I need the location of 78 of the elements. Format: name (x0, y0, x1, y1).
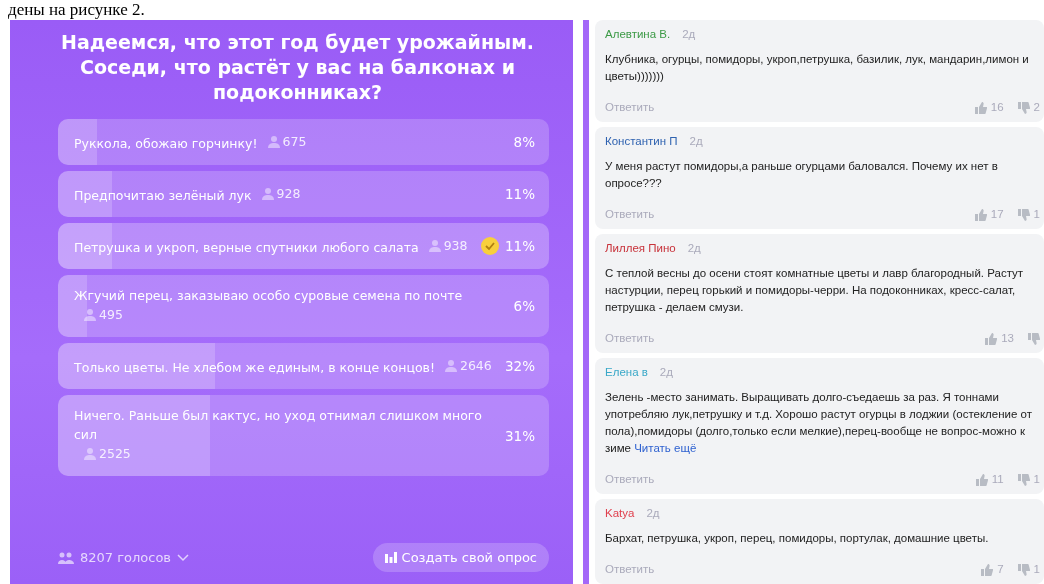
option-label: Только цветы. Не хлебом же единым, в конце концов! (74, 358, 435, 377)
option-percent: 11% (505, 186, 535, 202)
poll-option[interactable]: Предпочитаю зелёный лук 928 11% (58, 171, 549, 217)
comment-time: 2д (659, 365, 673, 380)
vote-count: 928 (276, 184, 301, 203)
poll-option[interactable]: Только цветы. Не хлебом же единым, в конце концов! 2646 32% (58, 343, 549, 389)
person-icon (444, 358, 457, 372)
chevron-down-icon[interactable] (177, 553, 190, 562)
option-percent: 32% (505, 358, 535, 374)
like-count: 17 (990, 207, 1004, 222)
document-text: дены на рисунке 2. (8, 0, 145, 20)
comment-text: Бархат, петрушка, укроп, перец, помидоры, портулак, домашние цветы. (605, 531, 990, 546)
poll-option[interactable]: Жгучий перец, заказываю особо суровые семена по почте 495 6% (58, 275, 549, 337)
dislike-count: 1 (1033, 472, 1040, 487)
comment-text: Зелень -место занимать. Выращивать долго-съедаешь за раз. Я тоннами употребляю лук,петрушку и т.д. Хорошо растут огурцы в лоджии (остекление от пола),помидоры (долго,только если мелкие),перец-вообще не вопрос-можно к зиме Читать ещё (605, 390, 1033, 456)
read-more-link[interactable]: Читать ещё (634, 442, 697, 454)
option-percent: 11% (505, 238, 535, 254)
poll-option[interactable]: Руккола, обожаю горчинку! 675 8% (58, 119, 549, 165)
reply-link[interactable]: Ответить (605, 471, 655, 488)
like-count: 7 (997, 562, 1004, 577)
dislike-count: 1 (1033, 207, 1040, 222)
thumbs-down-icon[interactable] (1028, 332, 1040, 345)
reply-link[interactable]: Ответить (605, 561, 655, 578)
option-label: Петрушка и укроп, верные спутники любого салата (74, 238, 419, 257)
comment-text: С теплой весны до осени стоят комнатные цветы и лавр благородный. Растут настурции, перец горький и помидоры-черри. На подоконниках, кресс-салат, петрушка - делаем смузи. (605, 266, 1025, 315)
check-icon (481, 237, 499, 255)
author-name[interactable]: Алевтина В. (605, 26, 671, 43)
comment-time: 2д (687, 241, 701, 256)
reply-link[interactable]: Ответить (605, 99, 655, 116)
comment-time: 2д (682, 27, 696, 42)
author-name[interactable]: Елена в (605, 364, 648, 381)
vote-count: 675 (282, 132, 307, 151)
poll-question: Надеемся, что этот год будет урожайным. Соседи, что растёт у вас на балконах и подоконниках? (60, 30, 535, 105)
vote-count: 2646 (459, 356, 492, 375)
option-percent: 31% (505, 427, 535, 444)
thumbs-up-icon[interactable] (975, 473, 988, 486)
thumbs-up-icon[interactable] (974, 101, 987, 114)
vote-count: 495 (99, 306, 123, 324)
thumbs-down-icon[interactable] (1017, 208, 1030, 221)
option-label: Предпочитаю зелёный лук (74, 186, 252, 205)
poll-option[interactable]: Петрушка и укроп, верные спутники любого салата 938 11% (58, 223, 549, 269)
comment-time: 2д (646, 506, 660, 521)
author-name[interactable]: Лиллея Пино (605, 240, 676, 257)
people-icon (58, 551, 74, 564)
person-icon (267, 134, 280, 148)
option-label: Жгучий перец, заказываю особо суровые семена по почте (74, 287, 463, 305)
thumbs-down-icon[interactable] (1017, 563, 1030, 576)
comment-text: Клубника, огурцы, помидоры, укроп,петрушка, базилик, лук, мандарин,лимон и цветы))))))) (605, 52, 1030, 84)
dislike-count: 2 (1033, 100, 1040, 115)
person-icon (261, 186, 274, 200)
thumbs-up-icon[interactable] (974, 208, 987, 221)
comment-text: У меня растут помидоры,а раньше огурцами баловался. Почему их нет в опросе??? (605, 159, 999, 191)
person-icon (84, 447, 96, 460)
poll-option[interactable]: Ничего. Раньше был кактус, но уход отнимал слишком много сил 2525 31% (58, 395, 549, 476)
author-name[interactable]: Константин П (605, 133, 678, 150)
total-votes: 8207 голосов (80, 550, 172, 565)
bar-chart-icon (384, 552, 397, 563)
person-icon (428, 238, 441, 252)
comment-time: 2д (689, 134, 703, 149)
vote-count: 938 (443, 236, 468, 255)
option-percent: 8% (513, 134, 535, 150)
option-percent: 6% (513, 298, 535, 314)
like-count: 13 (1001, 331, 1014, 346)
option-label: Руккола, обожаю горчинку! (74, 134, 258, 153)
reply-link[interactable]: Ответить (605, 206, 655, 223)
author-name[interactable]: Katya (605, 505, 635, 522)
thumbs-down-icon[interactable] (1017, 101, 1030, 114)
thumbs-up-icon[interactable] (985, 332, 998, 345)
reply-link[interactable]: Ответить (605, 330, 655, 347)
thumbs-up-icon[interactable] (981, 563, 994, 576)
create-poll-button[interactable]: Создать свой опрос (372, 543, 549, 572)
like-count: 11 (991, 472, 1004, 487)
dislike-count: 1 (1033, 562, 1040, 577)
option-label: Ничего. Раньше был кактус, но уход отнимал слишком много сил (74, 407, 484, 444)
like-count: 16 (990, 100, 1004, 115)
person-icon (84, 308, 96, 321)
thumbs-down-icon[interactable] (1017, 473, 1030, 486)
vote-count: 2525 (99, 445, 131, 463)
